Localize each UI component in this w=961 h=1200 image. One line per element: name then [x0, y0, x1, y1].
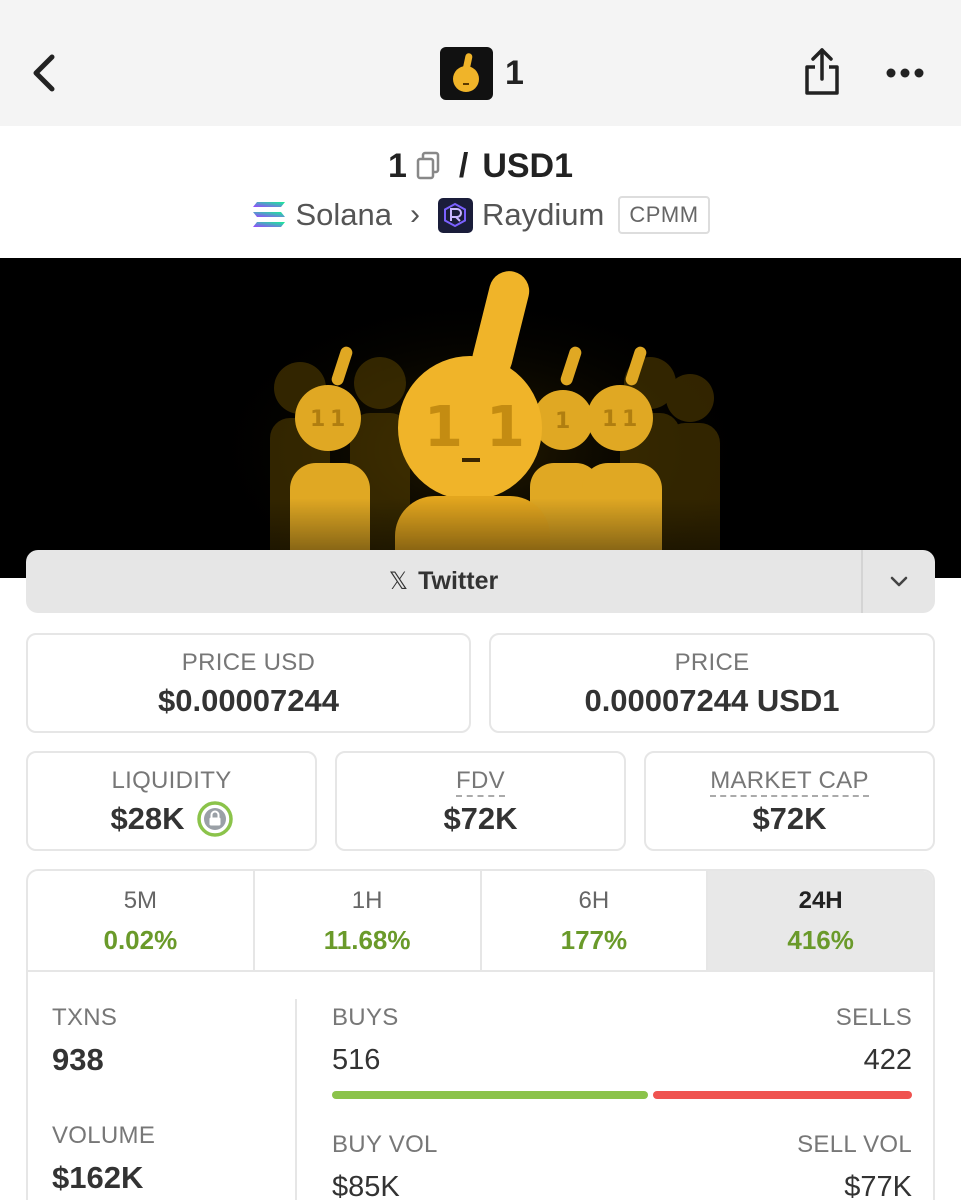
txns-value: 938 [52, 1042, 104, 1077]
token-title: 1 [505, 53, 524, 92]
tab-6h[interactable]: 6H 177% [482, 871, 709, 970]
more-options-button[interactable] [882, 58, 928, 88]
liquidity-card: LIQUIDITY $28K [26, 751, 317, 851]
tab-5m[interactable]: 5M 0.02% [28, 871, 255, 970]
sell-vol-value: $77K [844, 1171, 912, 1200]
totals-column: TXNS 938 VOLUME $162K [52, 1004, 272, 1196]
timeframe-tabs: 5M 0.02% 1H 11.68% 6H 177% 24H 416% [28, 871, 933, 972]
tab-1h[interactable]: 1H 11.68% [255, 871, 482, 970]
share-icon [805, 48, 839, 95]
top-nav-bar: 1 [0, 0, 961, 126]
token-logo-icon [440, 46, 493, 100]
chain-name-link[interactable]: Solana [295, 197, 392, 233]
twitter-link-button[interactable]: 𝕏 Twitter [26, 550, 861, 613]
market-cap-card: MARKET CAP $72K [644, 751, 935, 851]
pair-base-symbol: 1 [387, 146, 407, 185]
liquidity-value-row: $28K [28, 801, 315, 837]
x-logo-icon: 𝕏 [388, 568, 409, 595]
back-button[interactable] [22, 48, 66, 98]
copy-address-icon[interactable] [415, 151, 441, 181]
volume-label: VOLUME [52, 1122, 156, 1149]
fdv-card: FDV $72K [335, 751, 626, 851]
buys-sells-column: BUYS SELLS 516 422 BUY VOL SELL VOL $85K… [332, 1004, 912, 1200]
volume-split-labels: BUY VOL SELL VOL [332, 1131, 912, 1159]
liquidity-lock-icon[interactable] [196, 801, 233, 837]
fdv-value: $72K [443, 801, 518, 836]
raydium-icon [437, 197, 473, 233]
social-links-bar: 𝕏 Twitter [26, 550, 935, 613]
market-cap-value: $72K [752, 801, 827, 836]
price-native-value: 0.00007244 USD1 [584, 683, 840, 718]
buys-bar [332, 1091, 649, 1099]
pair-title: 1 / USD1 [0, 140, 961, 192]
txns-label: TXNS [52, 1004, 118, 1031]
twitter-label: Twitter [418, 567, 499, 595]
timeframe-stats-panel: 5M 0.02% 1H 11.68% 6H 177% 24H 416% TXNS… [26, 869, 935, 1200]
liquidity-label: LIQUIDITY [111, 767, 232, 794]
chevron-down-icon [890, 576, 908, 586]
price-usd-value: $0.00007244 [157, 683, 340, 718]
tab-change: 0.02% [103, 925, 178, 955]
chain-dex-breadcrumb: Solana › Raydium CPMM [0, 192, 961, 238]
buys-value: 516 [332, 1044, 381, 1076]
solana-icon [251, 200, 287, 230]
tab-change: 11.68% [323, 925, 411, 955]
chevron-left-icon [33, 54, 55, 92]
tab-24h[interactable]: 24H 416% [708, 871, 933, 970]
mcap-label-wrap: MARKET CAP [646, 767, 933, 797]
pair-quote-symbol: USD1 [482, 146, 574, 185]
sells-label: SELLS [835, 1004, 912, 1031]
buys-sells-ratio-bar [332, 1091, 912, 1099]
share-button[interactable] [800, 44, 844, 100]
tab-change: 177% [560, 925, 628, 955]
sell-vol-label: SELL VOL [797, 1131, 912, 1158]
price-native-label: PRICE [674, 649, 750, 676]
buys-sells-labels: BUYS SELLS [332, 1004, 912, 1032]
price-usd-card: PRICE USD $0.00007244 [26, 633, 471, 733]
market-cap-label[interactable]: MARKET CAP [710, 767, 869, 797]
fdv-label-wrap: FDV [337, 767, 624, 797]
buys-label: BUYS [332, 1004, 399, 1031]
pool-type-badge: CPMM [618, 196, 710, 234]
tab-label: 24H [798, 887, 843, 914]
sells-value: 422 [863, 1044, 912, 1076]
stats-divider [295, 999, 297, 1200]
dex-name-link[interactable]: Raydium [482, 197, 604, 233]
buy-vol-value: $85K [332, 1171, 400, 1200]
token-banner-image: 11 11 1 1 1 [0, 258, 961, 578]
sells-bar [653, 1091, 912, 1099]
volume-value: $162K [52, 1160, 144, 1195]
tab-change: 416% [787, 925, 854, 955]
pair-separator: / [458, 146, 469, 185]
more-dots-icon [886, 68, 924, 78]
social-dropdown-button[interactable] [861, 550, 935, 613]
liquidity-value: $28K [110, 801, 185, 836]
price-native-card: PRICE 0.00007244 USD1 [489, 633, 935, 733]
tab-label: 6H [578, 887, 610, 914]
tab-label: 1H [351, 887, 383, 914]
tab-label: 5M [123, 887, 158, 914]
volume-split-values: $85K $77K [332, 1159, 912, 1200]
price-usd-label: PRICE USD [181, 649, 316, 676]
fdv-label[interactable]: FDV [456, 767, 505, 797]
token-header: 1 [440, 46, 524, 100]
buys-sells-values: 516 422 [332, 1032, 912, 1077]
buy-vol-label: BUY VOL [332, 1131, 438, 1158]
chevron-right-icon: › [409, 198, 420, 231]
